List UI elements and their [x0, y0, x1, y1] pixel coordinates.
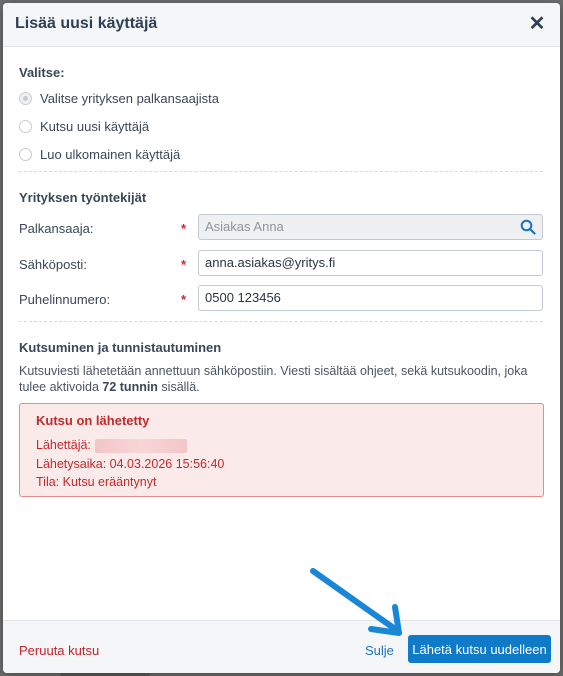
annotation-arrow-icon	[310, 568, 402, 636]
divider	[19, 171, 543, 172]
invite-description: Kutsuviesti lähetetään annettuun sähköpo…	[19, 364, 528, 394]
payee-value: Asiakas Anna	[205, 219, 284, 234]
email-field[interactable]: anna.asiakas@yritys.fi	[198, 250, 543, 276]
search-icon[interactable]	[520, 219, 536, 235]
required-marker: *	[181, 257, 187, 272]
required-marker: *	[181, 221, 187, 236]
invite-title: Kutsuminen ja tunnistautuminen	[19, 340, 222, 355]
phone-field[interactable]: 0500 123456	[198, 285, 543, 311]
employees-title: Yrityksen työntekijät	[19, 190, 147, 205]
invite-sent-alert: Kutsu on lähetetty Lähettäjä: Lähetysaik…	[19, 403, 544, 497]
cancel-invite-link[interactable]: Peruuta kutsu	[19, 643, 99, 658]
radio-label: Luo ulkomainen käyttäjä	[40, 146, 181, 162]
redacted-sender	[94, 438, 187, 453]
payee-label: Palkansaaja:	[19, 221, 94, 236]
close-icon[interactable]: ✕	[526, 13, 548, 35]
email-value: anna.asiakas@yritys.fi	[205, 255, 336, 270]
alert-status: Tila: Kutsu erääntynyt	[36, 475, 157, 489]
radio-label: Valitse yrityksen palkansaajista	[40, 90, 219, 106]
add-user-dialog: Lisää uusi käyttäjä ✕ Valitse: Valitse y…	[3, 3, 560, 673]
radio-button[interactable]	[19, 91, 32, 105]
dialog-header: Lisää uusi käyttäjä ✕	[3, 3, 560, 47]
radio-option-select-payee[interactable]: Valitse yrityksen palkansaajista	[19, 89, 219, 107]
radio-button[interactable]	[19, 147, 32, 161]
radio-label: Kutsu uusi käyttäjä	[40, 118, 150, 134]
choose-title: Valitse:	[19, 65, 65, 80]
invite-deadline: 72 tunnin	[102, 380, 158, 394]
required-marker: *	[181, 292, 187, 307]
close-link[interactable]: Sulje	[365, 643, 394, 658]
alert-sender: Lähettäjä:	[36, 438, 187, 453]
radio-option-foreign-user[interactable]: Luo ulkomainen käyttäjä	[19, 145, 180, 163]
alert-sent-time: Lähetysaika: 04.03.2026 15:56:40	[36, 457, 225, 471]
radio-option-invite-user[interactable]: Kutsu uusi käyttäjä	[19, 117, 149, 135]
dialog-footer: Peruuta kutsu Sulje Lähetä kutsu uudelle…	[3, 620, 560, 673]
dialog-title: Lisää uusi käyttäjä	[15, 15, 158, 32]
phone-label: Puhelinnumero:	[19, 292, 111, 307]
payee-input[interactable]: Asiakas Anna	[198, 214, 543, 240]
divider	[19, 321, 543, 322]
email-label: Sähköposti:	[19, 257, 87, 272]
phone-value: 0500 123456	[205, 290, 281, 305]
radio-button[interactable]	[19, 119, 32, 133]
alert-title: Kutsu on lähetetty	[36, 413, 150, 428]
resend-invite-button[interactable]: Lähetä kutsu uudelleen	[408, 635, 551, 663]
